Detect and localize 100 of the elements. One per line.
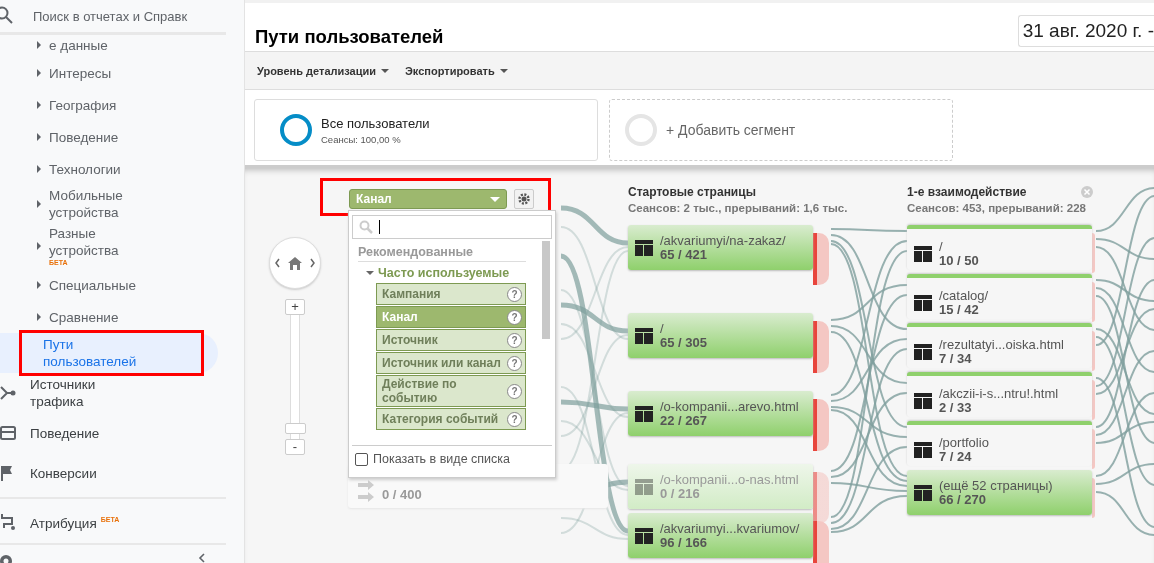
path-icon [0, 512, 16, 531]
node-label: /akvariumyi/na-zakaz/ [660, 233, 786, 248]
expand-arrow-icon [37, 41, 41, 50]
page-icon [914, 294, 932, 311]
node-label: /catalog/ [939, 288, 989, 303]
help-icon[interactable]: ? [507, 411, 522, 427]
toolbar-menu[interactable]: Экспортировать [405, 64, 508, 77]
help-icon[interactable]: ? [507, 383, 522, 399]
close-icon[interactable] [1081, 186, 1094, 198]
page-icon [635, 239, 653, 256]
page-icon [914, 441, 932, 458]
dropoff-bar [1092, 380, 1095, 420]
dropoff-bar [813, 521, 829, 563]
segment-detail: Сеансы: 100,00 % [321, 133, 402, 145]
column-title: Стартовые страницы [628, 185, 756, 199]
search-field[interactable]: Поиск в отчетах и Справк [33, 8, 205, 24]
subgroup-toggle[interactable]: Часто используемые [358, 266, 552, 280]
page-node[interactable]: /akczii-i-s...ntru!.html 2 / 33 [907, 372, 1092, 417]
dimension-option[interactable]: Канал ? [376, 306, 526, 328]
dropoff-bar [1092, 282, 1095, 322]
zoom-out-button[interactable]: - [285, 439, 305, 455]
dropoff-bar [813, 399, 829, 451]
node-label: /portfolio [939, 435, 989, 450]
dropoff-bar [1092, 331, 1095, 371]
card-icon [0, 426, 16, 441]
node-label: / [939, 239, 944, 254]
dropoff-bar [813, 321, 829, 373]
sidebar-section[interactable]: Атрибуция $^{БЕТА}$ [0, 497, 226, 546]
gear-icon [518, 193, 530, 205]
dropoff-bar [813, 472, 829, 524]
expand-arrow-icon [37, 313, 41, 322]
expand-arrow-icon [37, 133, 41, 142]
sidebar-item[interactable]: Интересы [0, 57, 218, 90]
node-label: (ещё 52 страницы) [939, 478, 1053, 493]
add-segment-card[interactable]: + Добавить сегмент [609, 99, 953, 161]
segment-name: Все пользователи [321, 115, 430, 131]
sidebar-item[interactable]: Мобильные устройства [0, 185, 218, 224]
expand-arrow-icon [37, 165, 41, 174]
column-summary: Сеансов: 453, прерываний: 228 [907, 202, 1087, 214]
zoom-in-button[interactable]: + [285, 299, 305, 315]
sidebar-item[interactable]: География [0, 89, 218, 122]
pan-control[interactable] [269, 237, 321, 289]
page-node[interactable]: (ещё 52 страницы) 66 / 270 [907, 470, 1092, 515]
sidebar-item[interactable]: Поведение [0, 121, 218, 154]
help-icon[interactable]: ? [507, 309, 522, 325]
sidebar-item[interactable]: е данные [0, 33, 218, 58]
page-node[interactable]: /o-kompanii...arevo.html 22 / 267 [628, 391, 813, 436]
node-counts: 0 / 400 [382, 487, 422, 502]
dimension-option[interactable]: Источник или канал ? [376, 352, 526, 374]
zoom-slider-thumb[interactable] [285, 422, 306, 434]
page-icon [914, 484, 932, 501]
node-counts: 22 / 267 [660, 413, 707, 428]
page-node[interactable]: / 10 / 50 [907, 225, 1092, 270]
sidebar-item[interactable]: Сравнение [0, 301, 218, 334]
node-label: /akczii-i-s...ntru!.html [939, 386, 1059, 401]
settings-button[interactable] [514, 189, 534, 209]
node-counts: 65 / 305 [660, 335, 707, 350]
node-counts: 96 / 166 [660, 535, 707, 550]
dimension-option[interactable]: Источник ? [376, 329, 526, 351]
scrollbar[interactable] [542, 241, 550, 339]
column-title: 1-е взаимодействие [907, 185, 1027, 199]
node-label: /rezultatyi...oiska.html [939, 337, 1064, 352]
sidebar-section[interactable]: Конверсии [0, 453, 244, 494]
list-view-checkbox[interactable]: Показать в виде списка [352, 450, 552, 466]
page-node[interactable]: /akvariumyi...kvariumov/ 96 / 166 [628, 513, 813, 558]
expand-arrow-icon [37, 281, 41, 290]
sidebar-item[interactable]: Специальные [0, 269, 218, 302]
help-icon[interactable]: ? [507, 355, 522, 371]
page-node[interactable]: /portfolio 7 / 24 [907, 421, 1092, 466]
page-node[interactable]: /catalog/ 15 / 42 [907, 274, 1092, 319]
arrows-icon [358, 480, 376, 502]
node-counts: 65 / 421 [660, 247, 707, 262]
page-node[interactable]: /akvariumyi/na-zakaz/ 65 / 421 [628, 225, 813, 270]
page-node[interactable]: / 65 / 305 [628, 313, 813, 358]
dropoff-bar [813, 233, 829, 285]
sidebar-item-selected[interactable]: Пути пользователей [0, 333, 218, 374]
page-icon [635, 478, 653, 495]
dimension-option[interactable]: Категория событий ? [376, 408, 526, 430]
page-node[interactable]: /rezultatyi...oiska.html 7 / 34 [907, 323, 1092, 368]
page-title: Пути пользователей [255, 26, 444, 48]
dropoff-bar [1092, 478, 1095, 518]
node-counts: 66 / 270 [939, 492, 987, 507]
search-field[interactable] [352, 215, 552, 239]
expand-arrow-icon [37, 200, 41, 209]
collapse-chevron-icon[interactable] [197, 553, 207, 563]
sidebar-section[interactable]: Источники трафика [0, 373, 244, 414]
help-icon[interactable]: ? [507, 332, 522, 348]
node-counts: 15 / 42 [939, 302, 979, 317]
node-counts: 10 / 50 [939, 253, 979, 268]
toolbar-menu[interactable]: Уровень детализации [257, 64, 389, 77]
node-label: / [660, 321, 665, 336]
date-range-picker[interactable]: 31 авг. 2020 г. - [1017, 15, 1154, 47]
dimension-option[interactable]: Действие по событию ? [376, 375, 526, 407]
expand-arrow-icon [37, 242, 41, 251]
segment-name: + Добавить сегмент [666, 122, 796, 138]
help-icon[interactable]: ? [507, 286, 522, 302]
sidebar-section[interactable]: Поведение [0, 413, 244, 454]
dimension-option[interactable]: Кампания ? [376, 283, 526, 305]
page-icon [914, 245, 932, 262]
sidebar-item[interactable]: Технологии [0, 153, 218, 186]
